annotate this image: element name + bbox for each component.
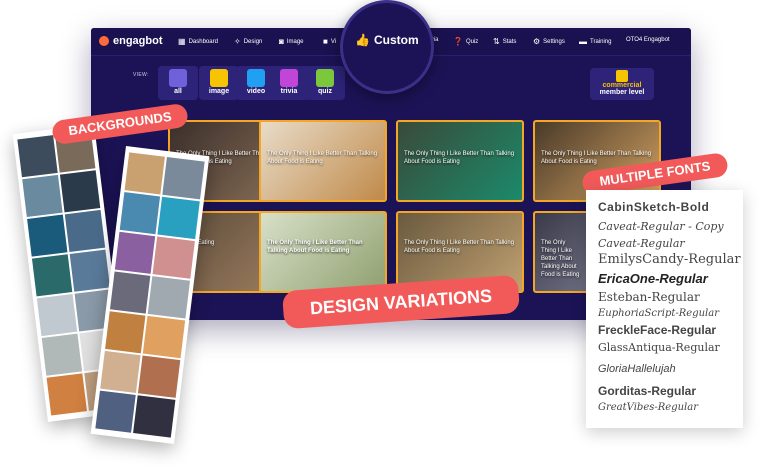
masks-icon	[280, 69, 298, 87]
font-sample: GloriaHallelujah	[598, 363, 676, 375]
font-sample: EricaOne-Regular	[598, 271, 708, 286]
card-title: The Only Thing I Like Better Than Talkin…	[541, 240, 580, 278]
member-line2: member level	[599, 89, 645, 96]
question-icon: ❓	[453, 37, 463, 46]
font-sample: FreckleFace-Regular	[598, 323, 717, 337]
filter-trivia[interactable]: trivia	[269, 66, 309, 100]
nav-image[interactable]: ◙ Image	[279, 37, 304, 46]
training-icon: ▬	[579, 37, 587, 46]
filter-label: video	[246, 88, 266, 95]
nav-dashboard[interactable]: ▦ Dashboard	[178, 37, 218, 46]
logo-text: engagbot	[113, 35, 163, 47]
member-line1: commercial	[602, 82, 642, 89]
nav-label: Vi	[330, 38, 337, 45]
font-sample: EmilysCandy-Regular	[598, 252, 741, 267]
wand-icon: ✧	[234, 37, 241, 46]
member-icon	[616, 70, 628, 82]
card-title: The Only Thing I Like Better Than Talkin…	[404, 151, 515, 165]
filter-label: image	[208, 88, 230, 95]
member-level-badge: commercial member level	[590, 68, 654, 100]
video-icon: ■	[323, 37, 328, 46]
card-title: The Only Thing I Like Better Than Talkin…	[267, 240, 363, 254]
design-card[interactable]: The Only Thing I Like Better Than Talkin…	[396, 120, 524, 202]
custom-nav-item[interactable]: 👍 Custom	[355, 33, 419, 47]
filter-image[interactable]: image	[199, 66, 239, 100]
nav-settings[interactable]: ⚙ Settings	[533, 37, 565, 46]
question-icon	[316, 69, 334, 87]
all-grid-icon	[169, 69, 187, 87]
filter-label: all	[174, 88, 182, 95]
view-label: VIEW:	[133, 72, 149, 78]
video-icon	[247, 69, 265, 87]
custom-label: Custom	[373, 33, 419, 47]
font-sample: EuphoriaScript-Regular	[598, 308, 720, 319]
font-sample: GlassAntiqua-Regular	[598, 341, 720, 354]
font-sample: CabinSketch-Bold	[598, 200, 710, 214]
filter-label: trivia	[280, 88, 298, 95]
camera-icon	[210, 69, 228, 87]
card-title: The Only Thing I Like Better Than Talkin…	[404, 240, 515, 254]
nav-oto4[interactable]: OTO4 Engagbot	[626, 37, 670, 43]
design-card[interactable]: The Only Thing I Like Better Than Talkin…	[259, 211, 387, 293]
card-title: The Only Thing I Like Better Than Talkin…	[267, 151, 378, 165]
stats-icon: ⇅	[493, 37, 500, 46]
font-sample: Caveat-Regular - Copy	[598, 220, 724, 233]
thumbs-up-icon: 👍	[355, 33, 370, 47]
font-sample: Esteban-Regular	[598, 290, 700, 304]
nav-label: Training	[590, 38, 612, 45]
app-logo[interactable]: engagbot	[99, 35, 163, 47]
logo-icon	[99, 36, 109, 46]
custom-zoom-bubble: 👍 Custom	[340, 0, 434, 94]
filter-label: quiz	[318, 88, 332, 95]
font-sample: GreatVibes-Regular	[598, 402, 698, 413]
nav-training[interactable]: ▬ Training	[579, 37, 611, 46]
filter-quiz[interactable]: quiz	[305, 66, 345, 100]
nav-label: OTO4 Engagbot	[626, 37, 670, 43]
nav-label: Quiz	[465, 38, 479, 45]
nav-stats[interactable]: ⇅ Stats	[493, 37, 516, 46]
nav-label: Settings	[543, 38, 565, 45]
font-sample: Caveat-Regular	[598, 237, 685, 250]
nav-label: Dashboard	[188, 38, 218, 45]
nav-label: Image	[286, 38, 304, 45]
nav-quiz[interactable]: ❓ Quiz	[453, 37, 478, 46]
fonts-panel: CabinSketch-Bold Caveat-Regular - Copy C…	[586, 190, 743, 428]
camera-icon: ◙	[279, 37, 284, 46]
grid-icon: ▦	[178, 37, 186, 46]
nav-label: Design	[243, 38, 263, 45]
design-card[interactable]: The Only Thing I Like Better Than Talkin…	[259, 120, 387, 202]
nav-label: Stats	[502, 38, 517, 45]
filter-all[interactable]: all	[158, 66, 198, 100]
gear-icon: ⚙	[533, 37, 541, 46]
nav-design[interactable]: ✧ Design	[234, 37, 262, 46]
nav-video[interactable]: ■ Vi	[323, 37, 336, 46]
font-sample: Gorditas-Regular	[598, 384, 697, 398]
